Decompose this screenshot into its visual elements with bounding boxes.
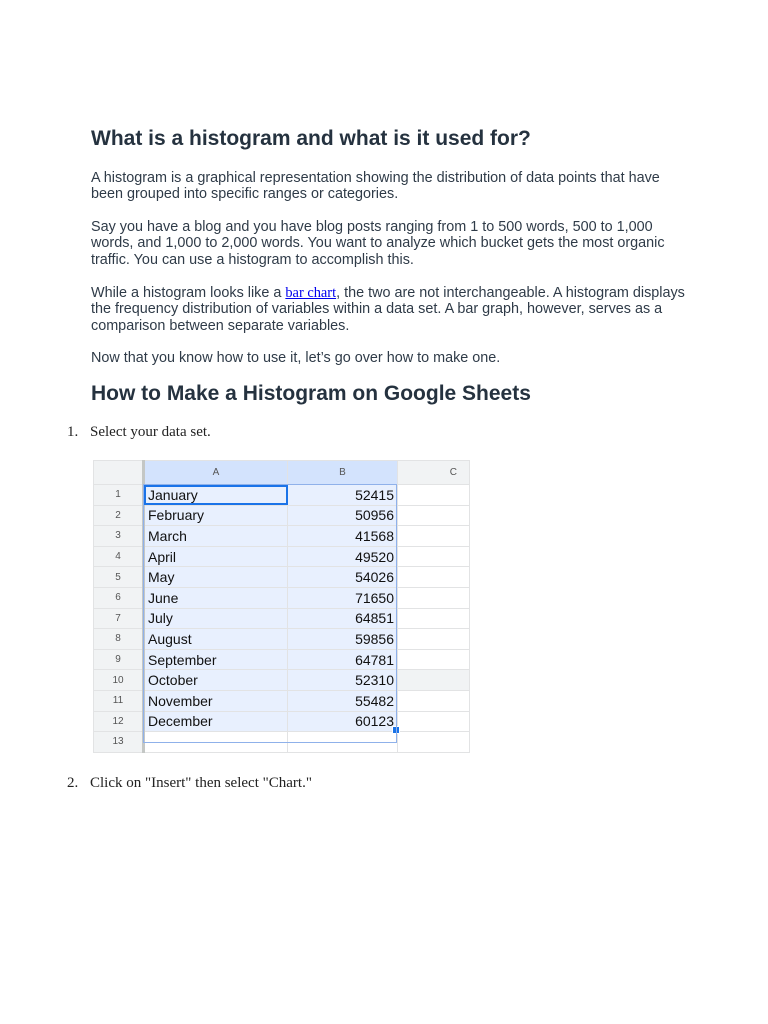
cell-value[interactable]: 50956 <box>287 504 398 527</box>
row-number[interactable]: 6 <box>93 586 145 609</box>
table-row: 5 May 54026 <box>93 566 470 588</box>
cell-month[interactable]: February <box>143 504 288 527</box>
cell-month[interactable]: January <box>143 484 288 506</box>
cell-value[interactable]: 71650 <box>287 586 398 609</box>
cell-empty[interactable] <box>397 484 470 506</box>
table-row: 4 April 49520 <box>93 545 470 568</box>
table-row: 11 November 55482 <box>93 689 470 712</box>
step-number: 1. <box>67 424 79 440</box>
cell-value[interactable]: 49520 <box>287 545 398 568</box>
step-text: Select your data set. <box>90 424 211 440</box>
cell-value[interactable]: 52310 <box>287 669 398 691</box>
row-number[interactable]: 5 <box>93 566 145 588</box>
cell-value-text: 59856 <box>355 630 394 647</box>
table-row: 2 February 50956 <box>93 504 470 527</box>
cell-value-text: 52310 <box>355 672 394 689</box>
cell-value[interactable]: 54026 <box>287 566 398 588</box>
row-number[interactable]: 2 <box>93 504 145 527</box>
cell-empty[interactable] <box>397 710 470 733</box>
cell-value-text: 71650 <box>355 589 394 606</box>
cell-value[interactable]: 52415 <box>287 484 398 506</box>
cell-month[interactable]: April <box>143 545 288 568</box>
cell-empty[interactable] <box>397 648 470 671</box>
bar-chart-link[interactable]: bar chart <box>285 285 336 301</box>
cell-value[interactable]: 55482 <box>287 689 398 712</box>
cell-value-text: 64781 <box>355 651 394 668</box>
cell-value-text: 64851 <box>355 610 394 627</box>
paragraph-bar-chart-comparison: While a histogram looks like a bar chart… <box>91 285 691 334</box>
column-header-a[interactable]: A <box>143 460 288 485</box>
cell-empty[interactable] <box>397 731 470 753</box>
cell-value[interactable]: 64851 <box>287 607 398 630</box>
cell-value[interactable] <box>287 731 398 753</box>
cell-month[interactable]: May <box>143 566 288 588</box>
cell-empty[interactable] <box>397 628 470 650</box>
row-number[interactable]: 7 <box>93 607 145 630</box>
step-number: 2. <box>67 775 79 791</box>
heading-what-is-histogram: What is a histogram and what is it used … <box>91 127 531 150</box>
row-number[interactable]: 12 <box>93 710 145 733</box>
cell-empty[interactable] <box>397 586 470 609</box>
cell-empty[interactable] <box>397 669 470 691</box>
column-header-c[interactable]: C <box>397 460 470 485</box>
row-number[interactable]: 11 <box>93 689 145 712</box>
cell-month[interactable]: June <box>143 586 288 609</box>
cell-value-text: 49520 <box>355 548 394 565</box>
cell-value[interactable]: 59856 <box>287 628 398 650</box>
table-row: 7 July 64851 <box>93 607 470 630</box>
cell-value-text: 50956 <box>355 507 394 524</box>
cell-value-text: 52415 <box>355 486 394 503</box>
row-number[interactable]: 8 <box>93 628 145 650</box>
text: While a histogram looks like a <box>91 285 286 301</box>
paragraph-transition: Now that you know how to use it, let’s g… <box>91 350 501 366</box>
cell-empty[interactable] <box>397 689 470 712</box>
table-row: 13 <box>93 731 470 753</box>
table-row: 10 October 52310 <box>93 669 470 691</box>
cell-value[interactable]: 64781 <box>287 648 398 671</box>
row-number[interactable]: 1 <box>93 484 145 506</box>
paragraph-blog-example: Say you have a blog and you have blog po… <box>91 219 665 268</box>
cell-month[interactable]: March <box>143 525 288 547</box>
cell-value-text: 55482 <box>355 692 394 709</box>
row-number[interactable]: 10 <box>93 669 145 691</box>
spreadsheet-table: A B C 1 January 52415 2 February 50956 3 March 4… <box>93 460 470 753</box>
step-1: 1. Select your data set. <box>67 424 211 441</box>
cell-value-text: 41568 <box>355 527 394 544</box>
select-all-corner[interactable] <box>93 460 145 485</box>
step-2: 2. Click on "Insert" then select "Chart." <box>67 775 312 792</box>
cell-value[interactable]: 60123 <box>287 710 400 735</box>
row-number[interactable]: 13 <box>93 731 145 753</box>
cell-value-text: 60123 <box>355 713 394 730</box>
cell-value-text: 54026 <box>355 569 394 586</box>
heading-how-to-make: How to Make a Histogram on Google Sheets <box>91 382 531 405</box>
cell-month[interactable]: October <box>143 669 288 691</box>
cell-month[interactable]: November <box>143 689 288 712</box>
cell-month[interactable]: August <box>143 628 288 650</box>
row-number[interactable]: 3 <box>93 525 145 547</box>
cell-empty[interactable] <box>397 525 470 547</box>
cell-empty[interactable] <box>397 607 470 630</box>
table-row: 12 December 60123 <box>93 710 470 735</box>
cell-value[interactable]: 41568 <box>287 525 398 547</box>
cell-empty[interactable] <box>397 545 470 568</box>
row-number[interactable]: 4 <box>93 545 145 568</box>
table-row: 8 August 59856 <box>93 628 470 650</box>
paragraph-definition: A histogram is a graphical representatio… <box>91 170 660 203</box>
step-text: Click on "Insert" then select "Chart." <box>90 775 312 791</box>
fill-handle[interactable] <box>392 726 400 735</box>
cell-empty[interactable] <box>397 566 470 588</box>
row-number[interactable]: 9 <box>93 648 145 671</box>
table-row: 3 March 41568 <box>93 525 470 547</box>
cell-month[interactable]: December <box>143 710 288 733</box>
table-row: 6 June 71650 <box>93 586 470 609</box>
cell-month[interactable]: July <box>143 607 288 630</box>
cell-month[interactable] <box>143 731 288 753</box>
cell-empty[interactable] <box>397 504 470 527</box>
table-row: 1 January 52415 <box>93 484 470 506</box>
column-header-b[interactable]: B <box>287 460 398 485</box>
table-row: 9 September 64781 <box>93 648 470 671</box>
cell-month[interactable]: September <box>143 648 288 671</box>
